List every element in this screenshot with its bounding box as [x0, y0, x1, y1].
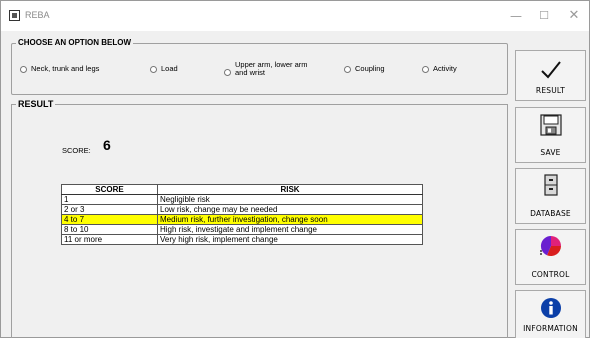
cell-risk: High risk, investigate and implement cha… — [157, 224, 423, 235]
radio-label: Activity — [433, 64, 457, 73]
info-icon — [540, 298, 561, 318]
table-header-row: SCORE RISK — [61, 184, 423, 195]
table-row: 2 or 3 Low risk, change may be needed — [61, 204, 423, 215]
radio-circle[interactable] — [344, 65, 351, 73]
result-button[interactable]: RESULT — [515, 50, 586, 101]
database-button-label: DATABASE — [530, 209, 571, 218]
radio-circle[interactable] — [422, 65, 429, 73]
radio-label: Load — [161, 64, 178, 73]
information-button-label: INFORMATION — [523, 324, 578, 333]
cabinet-icon — [543, 174, 558, 196]
floppy-disk-icon — [539, 114, 562, 136]
score-caption: SCORE: — [62, 146, 91, 155]
radio-circle[interactable] — [20, 65, 27, 73]
app-icon — [9, 10, 20, 21]
pie-chart-icon — [539, 235, 561, 257]
database-button[interactable]: DATABASE — [515, 168, 586, 224]
close-button[interactable]: ✕ — [559, 5, 589, 27]
table-row-highlighted: 4 to 7 Medium risk, further investigatio… — [61, 214, 423, 225]
app-window: REBA — ☐ ✕ CHOOSE AN OPTION BELOW Neck, … — [0, 0, 590, 338]
radio-circle[interactable] — [150, 65, 157, 73]
radio-label: Coupling — [355, 64, 385, 73]
cell-risk: Medium risk, further investigation, chan… — [157, 214, 423, 225]
cell-score: 4 to 7 — [61, 214, 158, 225]
score-value: 6 — [103, 137, 111, 153]
cell-score: 8 to 10 — [61, 224, 158, 235]
radio-upper-arm-lower-arm-wrist[interactable]: Upper arm, lower arm and wrist — [224, 61, 315, 77]
header-risk: RISK — [157, 184, 423, 195]
cell-score: 11 or more — [61, 234, 158, 245]
save-button-label: SAVE — [540, 148, 561, 157]
window-title: REBA — [25, 10, 50, 20]
radio-load[interactable]: Load — [150, 65, 178, 73]
cell-risk: Low risk, change may be needed — [157, 204, 423, 215]
radio-activity[interactable]: Activity — [422, 65, 457, 73]
risk-table: SCORE RISK 1 Negligible risk 2 or 3 Low … — [61, 184, 423, 245]
options-heading: CHOOSE AN OPTION BELOW — [16, 38, 134, 47]
table-row: 11 or more Very high risk, implement cha… — [61, 234, 423, 245]
result-group: RESULT SCORE: 6 SCORE RISK 1 Negligible … — [11, 99, 508, 338]
table-row: 8 to 10 High risk, investigate and imple… — [61, 224, 423, 235]
result-button-label: RESULT — [535, 86, 566, 95]
control-button[interactable]: CONTROL — [515, 229, 586, 285]
minimize-button[interactable]: — — [501, 5, 531, 27]
save-button[interactable]: SAVE — [515, 107, 586, 163]
options-group: CHOOSE AN OPTION BELOW Neck, trunk and l… — [11, 38, 508, 95]
control-button-label: CONTROL — [531, 270, 570, 279]
header-score: SCORE — [61, 184, 158, 195]
radio-label: Neck, trunk and legs — [31, 64, 100, 73]
result-heading: RESULT — [16, 99, 56, 109]
cell-risk: Very high risk, implement change — [157, 234, 423, 245]
title-bar: REBA — ☐ ✕ — [1, 1, 589, 31]
cell-risk: Negligible risk — [157, 194, 423, 205]
checkmark-icon — [540, 61, 561, 79]
radio-circle[interactable] — [224, 68, 231, 76]
information-button[interactable]: INFORMATION — [515, 290, 586, 338]
table-row: 1 Negligible risk — [61, 194, 423, 205]
radio-neck-trunk-legs[interactable]: Neck, trunk and legs — [20, 65, 99, 73]
cell-score: 2 or 3 — [61, 204, 158, 215]
radio-label: Upper arm, lower arm and wrist — [235, 60, 308, 77]
cell-score: 1 — [61, 194, 158, 205]
maximize-button[interactable]: ☐ — [529, 5, 559, 27]
radio-coupling[interactable]: Coupling — [344, 65, 385, 73]
